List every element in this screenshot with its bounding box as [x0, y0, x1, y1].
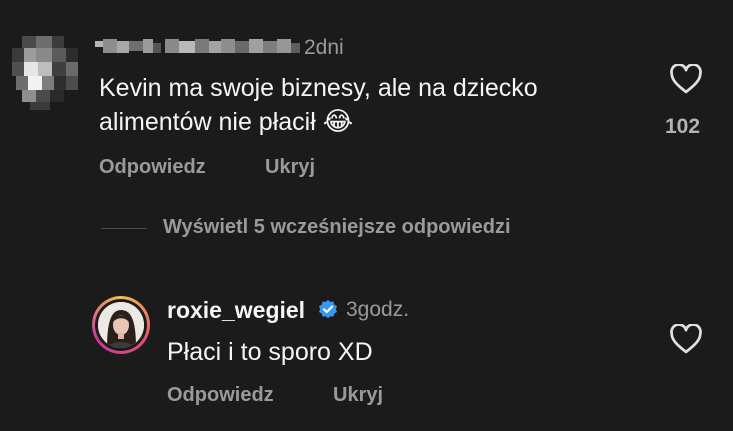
like-heart-icon[interactable] — [669, 64, 703, 94]
comment-text-line2: alimentów nie płacił — [99, 108, 316, 136]
like-count: 102 — [665, 115, 701, 138]
reply-like-heart-icon[interactable] — [669, 324, 703, 354]
profile-photo-icon — [98, 302, 144, 348]
blurred-avatar[interactable] — [8, 32, 82, 112]
comment-timestamp: 2dni — [304, 36, 344, 59]
reply-username[interactable]: roxie_wegiel — [167, 297, 305, 324]
avatar-ring-gap — [95, 299, 147, 351]
reply-timestamp: 3godz. — [346, 298, 410, 321]
comment-text: Kevin ma swoje biznesy, ale na dziecko a… — [99, 72, 538, 139]
laughing-emoji: 😂 — [322, 106, 354, 136]
blurred-username[interactable] — [95, 39, 300, 55]
reply-hide-button[interactable]: Ukryj — [333, 384, 383, 407]
hide-button[interactable]: Ukryj — [265, 156, 315, 179]
reply-reply-button[interactable]: Odpowiedz — [167, 384, 274, 407]
reply-avatar[interactable] — [92, 296, 150, 354]
replies-divider — [101, 228, 147, 229]
avatar-photo — [98, 302, 144, 348]
view-previous-replies-button[interactable]: Wyświetl 5 wcześniejsze odpowiedzi — [163, 216, 511, 239]
verified-badge-icon — [319, 299, 337, 319]
reply-button[interactable]: Odpowiedz — [99, 156, 206, 179]
reply-text: Płaci i to sporo XD — [167, 338, 373, 366]
comment-text-line1: Kevin ma swoje biznesy, ale na dziecko — [99, 74, 538, 102]
